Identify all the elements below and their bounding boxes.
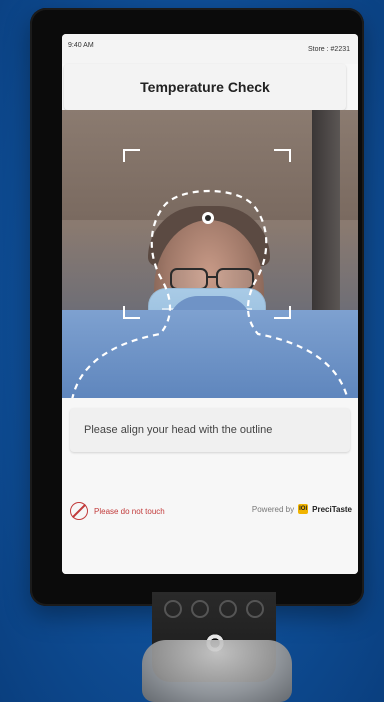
instruction-card: Please align your head with the outline [70, 408, 350, 452]
face-frame-brackets [123, 149, 291, 319]
alignment-dot-center [205, 215, 211, 221]
powered-by: Powered by IOI PreciTaste [252, 504, 352, 514]
hardware-button-1 [164, 600, 182, 618]
bracket-top-left [123, 149, 140, 162]
precitaste-logo-icon: IOI [298, 504, 309, 514]
hardware-button-3 [218, 600, 237, 618]
head-outline-overlay [71, 149, 349, 398]
no-touch-notice: Please do not touch [70, 502, 165, 520]
store-id: Store : #2231 [307, 46, 350, 53]
instruction-text: Please align your head with the outline [84, 424, 273, 436]
bracket-bottom-right [274, 306, 291, 319]
title-card: Temperature Check [64, 64, 346, 110]
kiosk-base [142, 640, 292, 702]
status-bar: 9:40 AM Store : #2231 [62, 34, 358, 64]
page-title: Temperature Check [140, 79, 270, 95]
no-touch-label: Please do not touch [94, 506, 165, 516]
brand-name: PreciTaste [312, 504, 352, 514]
camera-preview [62, 110, 358, 398]
hardware-buttons [164, 600, 264, 624]
status-time: 9:40 AM [68, 42, 94, 49]
kiosk-screen: 9:40 AM Store : #2231 Temperature Check [62, 34, 358, 574]
hardware-button-2 [191, 600, 210, 618]
bottom-panel: Please align your head with the outline … [62, 398, 358, 574]
powered-by-label: Powered by [251, 504, 295, 514]
no-touch-icon [70, 502, 88, 520]
bracket-top-right [274, 149, 291, 162]
bracket-bottom-left [123, 306, 140, 319]
hardware-button-4 [245, 600, 264, 618]
